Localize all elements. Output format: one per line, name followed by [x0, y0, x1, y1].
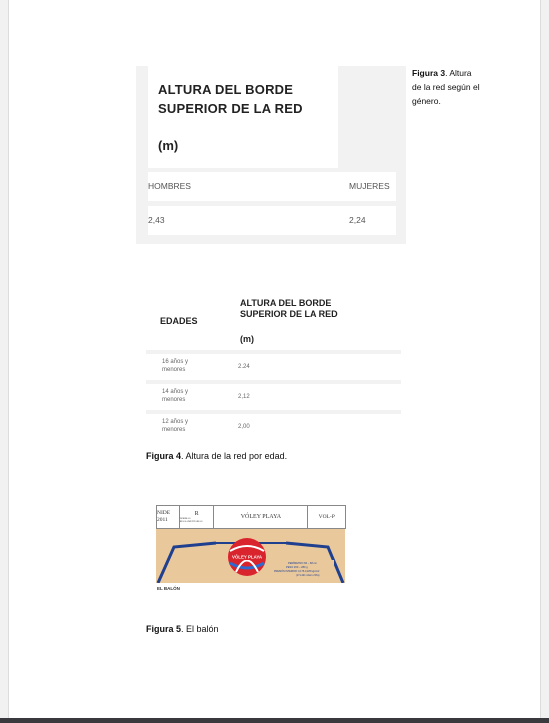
table-header-cell: ALTURA DEL BORDE SUPERIOR DE LA RED (m): [148, 66, 338, 168]
height-cell: 2,00: [238, 424, 250, 430]
age-cell: 16 años y menores: [162, 359, 189, 373]
ball-text: VÓLEY PLAYA: [232, 555, 263, 560]
sport-cell: VÓLEY PLAYA: [214, 506, 309, 528]
table-row: HOMBRES MUJERES: [148, 172, 396, 201]
ball-illustration: VÓLEY PLAYA PERÍMETRO 66 – 68 cm PESO 26…: [156, 529, 345, 583]
net-height-age-table: EDADES ALTURA DEL BORDE SUPERIOR DE LA R…: [146, 292, 401, 440]
table-heading: ALTURA DEL BORDE SUPERIOR DE LA RED: [158, 82, 303, 116]
spec-perimeter: PERÍMETRO 66 – 68 cm: [288, 561, 317, 565]
table-header-row: EDADES ALTURA DEL BORDE SUPERIOR DE LA R…: [146, 292, 401, 350]
bottom-toolbar: [0, 718, 549, 723]
column-header-hombres: HOMBRES: [148, 181, 191, 191]
table-row: 14 años y menores 2,12: [146, 384, 401, 410]
age-cell: 14 años y menores: [162, 389, 189, 403]
ball-label: EL BALÓN: [157, 586, 180, 591]
net-height-gender-table: ALTURA DEL BORDE SUPERIOR DE LA RED (m) …: [136, 66, 406, 244]
regulation-cell: R NORMAS REGLAMENTARIAS: [180, 506, 215, 528]
figure4-caption: Figura 4. Altura de la red por edad.: [146, 451, 288, 461]
table-row: 2,43 2,24: [148, 206, 396, 235]
column-header-mujeres: MUJERES: [349, 181, 390, 191]
figure5-caption: Figura 5. El balón: [146, 624, 219, 634]
code-cell: VOL-P: [318, 514, 335, 520]
height-cell: 2,12: [238, 394, 250, 400]
regulation-header-table: NIDE 2011 R NORMAS REGLAMENTARIAS VÓLEY …: [156, 505, 346, 529]
column-header-edades: EDADES: [160, 316, 198, 326]
spec-weight: PESO 260 – 280 g: [286, 565, 308, 569]
figure3-caption: Figura 3. Altura de la red según el géne…: [412, 68, 480, 106]
value-mujeres: 2,24: [349, 215, 366, 225]
age-cell: 12 años y menores: [162, 419, 189, 433]
table-row: 16 años y menores 2.24: [146, 354, 401, 380]
spec-pressure: PRESIÓN INTERIOR: 0,175-0,225 kg/cm2: [274, 570, 320, 573]
table-row: 12 años y menores 2,00: [146, 414, 401, 440]
height-cell: 2.24: [238, 364, 250, 370]
column-header-altura: ALTURA DEL BORDE SUPERIOR DE LA RED: [240, 298, 338, 319]
value-hombres: 2,43: [148, 215, 165, 225]
column-unit: (m): [240, 334, 254, 344]
table-unit: (m): [158, 138, 179, 153]
spec-pressure-units: (171-221 mbar o hPa): [296, 574, 320, 577]
nide-cell: NIDE 2011: [157, 506, 180, 528]
